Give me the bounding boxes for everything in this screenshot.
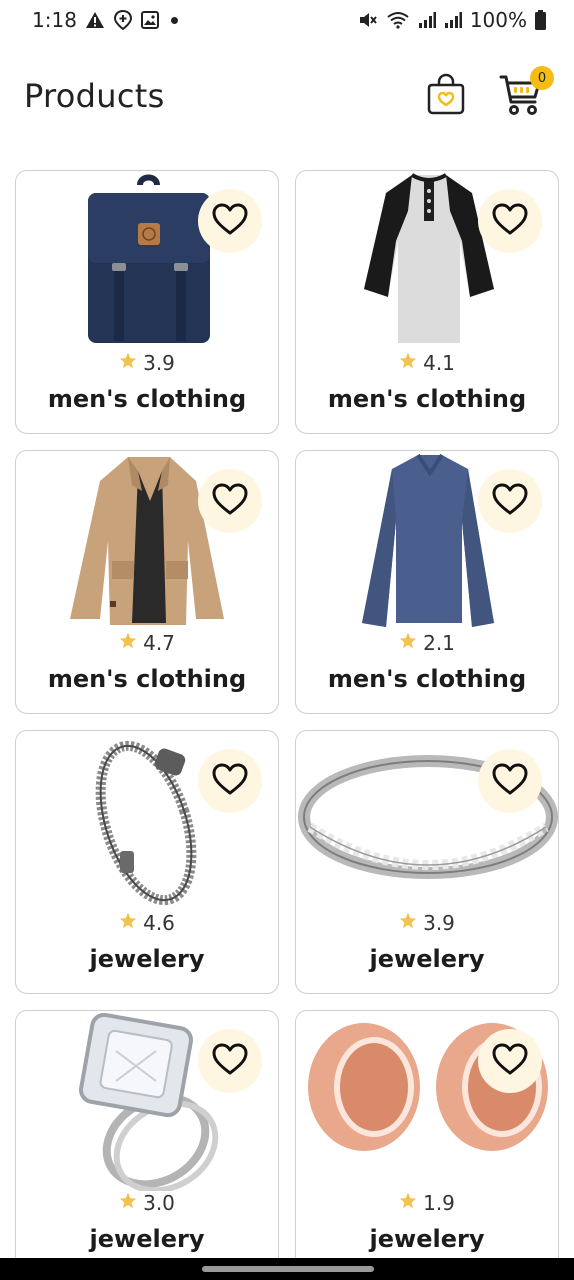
system-nav-bar [0,1258,574,1280]
product-category: men's clothing [47,665,247,693]
product-category: men's clothing [327,665,527,693]
status-bar: 1:18 100% [0,0,574,40]
shopping-bag-heart-icon [426,73,466,119]
product-card[interactable]: 4.1 men's clothing [295,170,559,434]
favorite-button[interactable] [478,469,542,533]
status-right: 100% [358,8,546,32]
product-card[interactable]: 2.1 men's clothing [295,450,559,714]
rating-value: 3.0 [143,1191,175,1215]
heart-icon [492,763,528,799]
star-icon [119,911,137,935]
mute-icon [358,11,378,29]
page-title: Products [24,77,165,115]
product-rating: 3.0 [16,1191,278,1215]
product-category: jewelery [369,945,485,973]
product-rating: 2.1 [296,631,558,655]
heart-icon [212,763,248,799]
product-rating: 4.6 [16,911,278,935]
heart-icon [492,203,528,239]
rating-value: 4.7 [143,631,175,655]
favorite-button[interactable] [198,1029,262,1093]
rating-value: 2.1 [423,631,455,655]
favorite-button[interactable] [198,749,262,813]
heart-icon [492,483,528,519]
product-rating: 3.9 [296,911,558,935]
star-icon [119,351,137,375]
star-icon [399,351,417,375]
star-icon [119,1191,137,1215]
battery-percent: 100% [469,8,527,32]
rating-value: 3.9 [423,911,455,935]
rating-value: 4.6 [143,911,175,935]
product-card[interactable]: 3.9 jewelery [295,730,559,994]
product-category: jewelery [89,945,205,973]
rating-value: 3.9 [143,351,175,375]
battery-icon [535,10,546,30]
product-grid: 3.9 men's clothing 4.1 men's clothing 4.… [15,170,559,1274]
product-card[interactable]: 3.0 jewelery [15,1010,279,1274]
favorites-bag-button[interactable] [418,68,474,124]
heart-icon [212,1043,248,1079]
home-gesture-handle[interactable] [202,1266,374,1272]
cart-count-badge: 0 [530,66,554,90]
star-icon [399,1191,417,1215]
status-left: 1:18 [32,8,178,32]
star-icon [399,911,417,935]
app-header: Products 0 [0,60,574,132]
favorite-button[interactable] [478,1029,542,1093]
star-icon [399,631,417,655]
heart-icon [212,203,248,239]
cart-button[interactable]: 0 [494,66,554,124]
product-rating: 1.9 [296,1191,558,1215]
signal-icon [444,12,462,28]
product-rating: 4.1 [296,351,558,375]
status-time: 1:18 [32,8,77,32]
product-category: men's clothing [47,385,247,413]
heart-icon [212,483,248,519]
favorite-button[interactable] [478,189,542,253]
app-screen: 1:18 100% Products 0 3.9 men's clothing … [0,0,574,1280]
wifi-icon [386,11,410,29]
product-category: jewelery [369,1225,485,1253]
location-plus-icon [113,10,133,30]
heart-icon [492,1043,528,1079]
signal-icon [418,12,436,28]
product-card[interactable]: 4.6 jewelery [15,730,279,994]
warning-icon [85,11,105,29]
product-category: men's clothing [327,385,527,413]
rating-value: 4.1 [423,351,455,375]
product-card[interactable]: 4.7 men's clothing [15,450,279,714]
product-card[interactable]: 3.9 men's clothing [15,170,279,434]
product-rating: 4.7 [16,631,278,655]
favorite-button[interactable] [198,469,262,533]
product-rating: 3.9 [16,351,278,375]
favorite-button[interactable] [198,189,262,253]
product-card[interactable]: 1.9 jewelery [295,1010,559,1274]
image-icon [140,11,159,29]
star-icon [119,631,137,655]
product-category: jewelery [89,1225,205,1253]
notification-dot-icon [170,16,178,24]
favorite-button[interactable] [478,749,542,813]
rating-value: 1.9 [423,1191,455,1215]
